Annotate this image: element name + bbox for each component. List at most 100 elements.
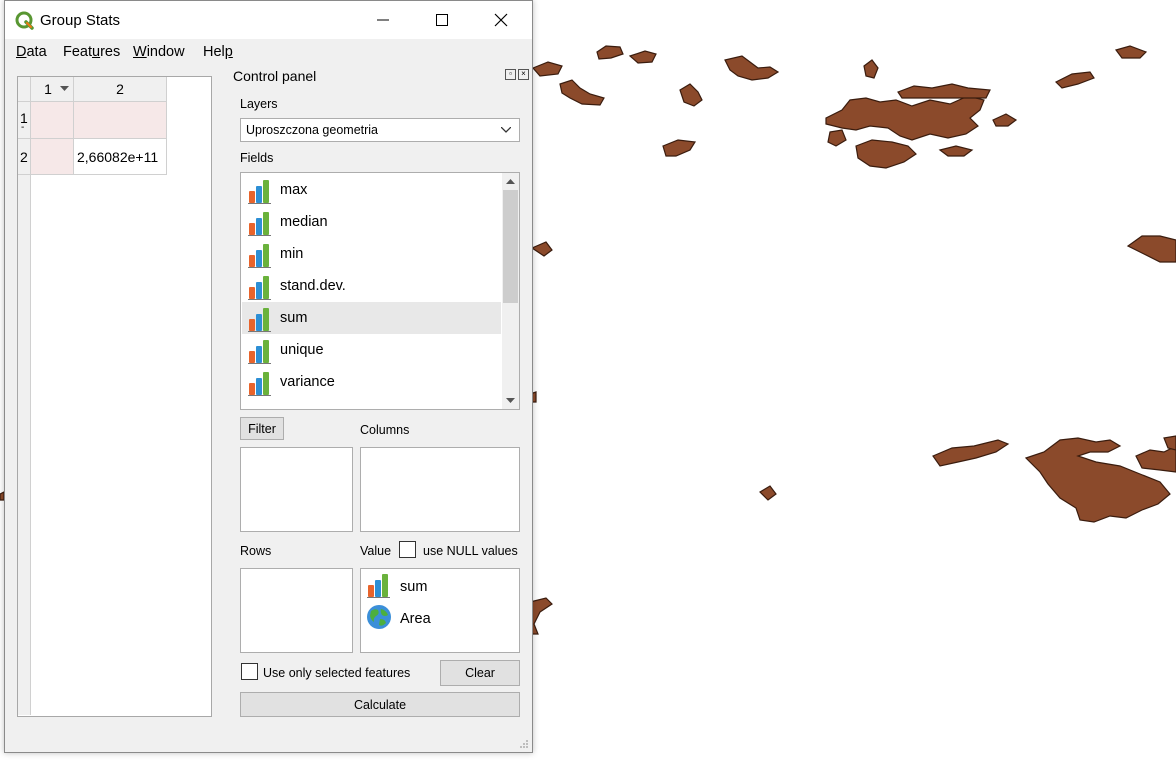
- null-values-checkbox[interactable]: [399, 541, 416, 558]
- row-header-strip: [18, 101, 31, 715]
- float-panel-icon[interactable]: ▫: [505, 69, 516, 80]
- table-cell[interactable]: [74, 102, 167, 139]
- map-feature: [759, 485, 777, 501]
- map-feature: [679, 83, 703, 107]
- columns-label: Columns: [360, 423, 410, 437]
- qgis-logo-icon: [15, 11, 34, 30]
- sort-arrow-icon: [60, 86, 69, 91]
- menu-window[interactable]: Window: [133, 44, 185, 60]
- field-item[interactable]: median: [242, 206, 501, 238]
- selected-only-checkbox[interactable]: [241, 663, 258, 680]
- menu-data[interactable]: Data: [16, 44, 47, 60]
- field-item-label: max: [280, 182, 308, 198]
- bar-chart-icon: [248, 180, 271, 204]
- row-header-2[interactable]: 2: [18, 139, 31, 175]
- map-feature: [827, 129, 847, 147]
- calculate-button-label: Calculate: [353, 697, 407, 712]
- bar-chart-icon: [248, 308, 271, 332]
- bar-chart-icon: [248, 244, 271, 268]
- value-item[interactable]: sum: [365, 571, 515, 601]
- field-item[interactable]: unique: [242, 334, 501, 366]
- map-feature: [992, 113, 1018, 127]
- value-item-icon-wrap: [366, 572, 392, 601]
- window-title: Group Stats: [40, 12, 121, 29]
- menu-help[interactable]: Help: [203, 44, 233, 60]
- null-values-label: use NULL values: [423, 544, 518, 558]
- menu-features[interactable]: Features: [63, 44, 120, 60]
- bar-chart-icon: [248, 212, 271, 236]
- close-button[interactable]: [472, 1, 530, 39]
- bar-chart-icon-wrap: [247, 370, 273, 399]
- map-feature: [662, 139, 697, 157]
- close-icon: [494, 13, 508, 27]
- column-header-1[interactable]: 1: [31, 77, 74, 102]
- bar-chart-icon: [248, 276, 271, 300]
- map-feature: [724, 55, 780, 81]
- field-item[interactable]: variance: [242, 366, 501, 398]
- table-cell-value[interactable]: 2,66082e+11: [74, 139, 167, 175]
- bar-chart-icon-wrap: [247, 242, 273, 271]
- filter-button[interactable]: Filter: [240, 417, 284, 440]
- chevron-down-icon: [501, 127, 511, 133]
- field-item-label: stand.dev.: [280, 278, 346, 294]
- column-header-2[interactable]: 2: [74, 77, 167, 102]
- map-feature: [855, 139, 917, 169]
- row-header-1[interactable]: 1 -: [18, 102, 31, 139]
- map-feature: [559, 79, 605, 106]
- filter-box[interactable]: [240, 447, 353, 532]
- scroll-down-button[interactable]: [502, 392, 519, 409]
- field-item[interactable]: max: [242, 174, 501, 206]
- close-panel-icon[interactable]: ×: [518, 69, 529, 80]
- columns-box[interactable]: [360, 447, 520, 532]
- fields-label: Fields: [240, 151, 274, 165]
- field-item[interactable]: min: [242, 238, 501, 270]
- field-item[interactable]: sum: [242, 302, 501, 334]
- field-item-label: min: [280, 246, 304, 262]
- map-feature: [825, 95, 985, 141]
- table-cell[interactable]: [31, 139, 74, 175]
- table-corner[interactable]: [18, 77, 31, 102]
- bar-chart-icon-wrap: [247, 306, 273, 335]
- field-item-label: unique: [280, 342, 324, 358]
- layer-select[interactable]: Uproszczona geometria: [240, 118, 520, 142]
- map-feature: [1114, 45, 1148, 59]
- minimize-button[interactable]: [354, 1, 412, 39]
- bar-chart-icon-wrap: [247, 178, 273, 207]
- bar-chart-icon-wrap: [247, 274, 273, 303]
- value-item-label: sum: [400, 579, 428, 595]
- fields-list[interactable]: variance unique sum stand.dev. min median max: [240, 172, 520, 410]
- layer-select-value: Uproszczona geometria: [246, 123, 379, 137]
- map-feature: [529, 597, 553, 635]
- results-table[interactable]: 1 2 1 - 2 2,66082e+11: [17, 76, 212, 717]
- calculate-button[interactable]: Calculate: [240, 692, 520, 717]
- maximize-button[interactable]: [413, 1, 471, 39]
- map-feature: [1135, 445, 1176, 473]
- map-feature: [1163, 435, 1176, 451]
- scroll-thumb[interactable]: [503, 190, 518, 303]
- menu-bar: Data Features Window Help: [5, 39, 532, 65]
- value-box[interactable]: sum Area: [360, 568, 520, 653]
- title-bar[interactable]: Group Stats: [5, 1, 532, 39]
- filter-button-label: Filter: [248, 421, 276, 436]
- bar-chart-icon: [367, 574, 390, 598]
- clear-button[interactable]: Clear: [440, 660, 520, 686]
- minimize-icon: [377, 19, 389, 21]
- scroll-up-button[interactable]: [502, 173, 519, 190]
- row-header-sublabel: -: [21, 122, 25, 133]
- value-item[interactable]: Area: [365, 603, 515, 633]
- rows-box[interactable]: [240, 568, 353, 653]
- fields-scrollbar[interactable]: [502, 173, 519, 409]
- map-feature: [863, 59, 879, 79]
- map-feature: [531, 61, 563, 77]
- column-header-label: 2: [116, 81, 124, 97]
- group-stats-window: Group Stats Data Features Window Help 1 …: [4, 0, 533, 753]
- field-item[interactable]: stand.dev.: [242, 270, 501, 302]
- resize-grip-icon[interactable]: [519, 739, 529, 749]
- map-feature: [938, 145, 974, 157]
- selected-only-label: Use only selected features: [263, 666, 411, 680]
- map-feature: [897, 83, 991, 99]
- table-cell[interactable]: [31, 102, 74, 139]
- row-header-label: 2: [20, 149, 28, 165]
- bar-chart-icon-wrap: [247, 210, 273, 239]
- value-label: Value: [360, 544, 392, 558]
